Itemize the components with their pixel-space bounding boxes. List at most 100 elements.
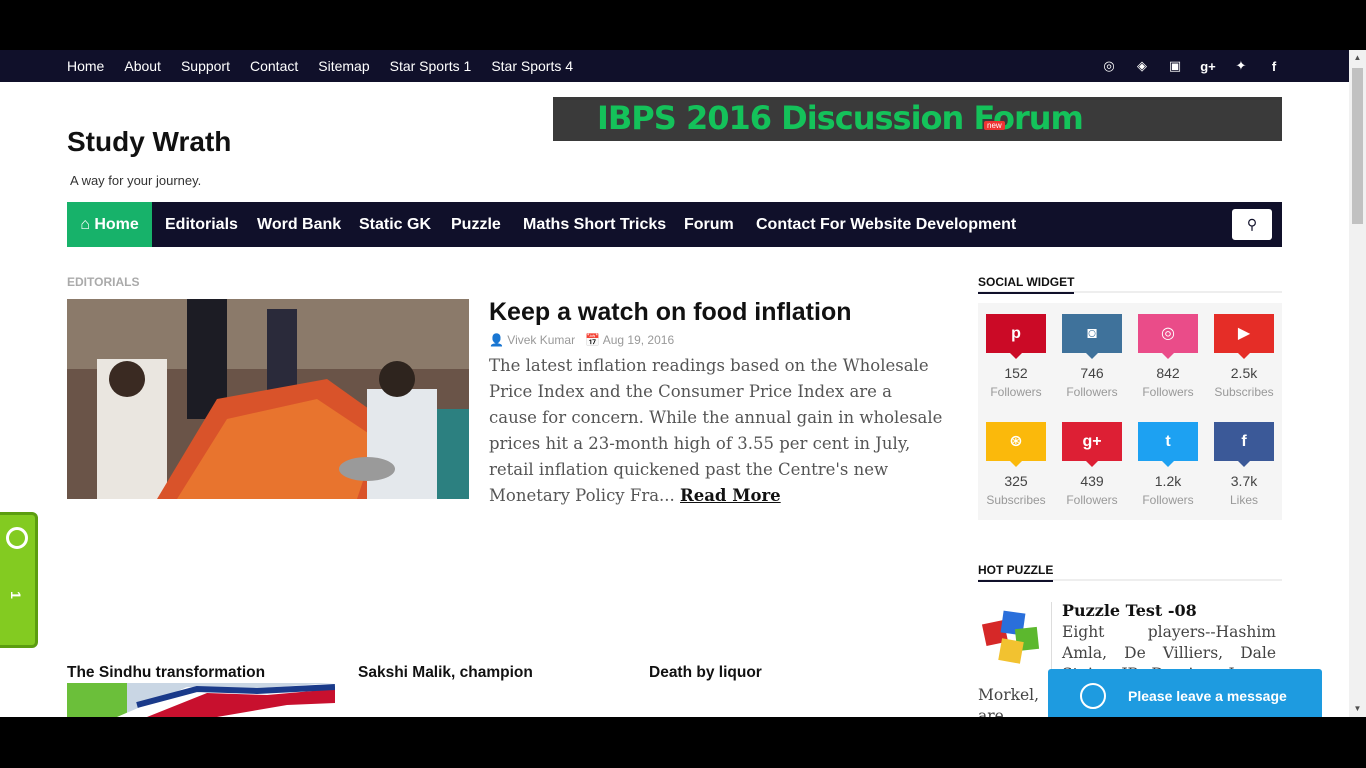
social-label: Likes: [1229, 493, 1258, 507]
side-feedback-tab[interactable]: 1: [0, 512, 38, 648]
read-more-link[interactable]: Read More: [680, 486, 781, 505]
target-icon: [6, 527, 28, 549]
sub-post-title[interactable]: Death by liquor: [649, 664, 762, 682]
top-nav-home[interactable]: Home: [57, 50, 114, 82]
social-item-pinterest[interactable]: p 152 Followers: [978, 314, 1054, 399]
date-text: Aug 19, 2016: [602, 333, 675, 347]
social-label: Subscribes: [1214, 385, 1274, 399]
top-nav-star-sports-4[interactable]: Star Sports 4: [481, 50, 583, 82]
social-count: 2.5k: [1230, 365, 1258, 381]
social-count: 439: [1080, 473, 1104, 489]
social-count: 842: [1156, 365, 1180, 381]
sub-post-title[interactable]: Sakshi Malik, champion: [358, 664, 533, 682]
social-widget-title: SOCIAL WIDGET: [978, 275, 1075, 294]
site-tagline: A way for your journey.: [70, 173, 202, 188]
top-social: ◎ ◈ ▣ g+ ✦ f: [1100, 50, 1283, 82]
top-nav-support[interactable]: Support: [171, 50, 240, 82]
instagram-icon: ◙: [1062, 314, 1122, 359]
nav-word-bank[interactable]: Word Bank: [257, 202, 341, 247]
excerpt-text: The latest inflation readings based on t…: [489, 356, 943, 505]
top-nav: Home About Support Contact Sitemap Star …: [57, 50, 583, 82]
puzzle-post-title[interactable]: Puzzle Test -08: [1062, 601, 1197, 620]
post-excerpt: The latest inflation readings based on t…: [489, 353, 944, 509]
social-label: Followers: [1142, 493, 1194, 507]
browser-viewport: Home About Support Contact Sitemap Star …: [0, 50, 1349, 717]
post-meta: 👤 Vivek Kumar 📅 Aug 19, 2016: [489, 333, 674, 347]
site-logo[interactable]: Study Wrath: [67, 126, 231, 158]
hot-puzzle-header: HOT PUZZLE: [978, 561, 1282, 582]
sub-post-image[interactable]: [67, 683, 335, 717]
codepen-icon[interactable]: ◈: [1133, 58, 1151, 74]
top-nav-star-sports-1[interactable]: Star Sports 1: [380, 50, 482, 82]
social-item-rss[interactable]: ⊛ 325 Subscribes: [978, 422, 1054, 507]
social-item-twitter[interactable]: t 1.2k Followers: [1130, 422, 1206, 507]
banner-text: IBPS 2016 Discussion Forum: [597, 99, 1084, 137]
social-label: Followers: [1066, 385, 1118, 399]
google-plus-icon: g+: [1062, 422, 1122, 467]
social-item-dribbble[interactable]: ◎ 842 Followers: [1130, 314, 1206, 399]
puzzle-excerpt-continued: Morkel, are sitting: [978, 686, 1040, 717]
social-count: 1.2k: [1154, 473, 1182, 489]
new-badge: new: [984, 121, 1005, 130]
social-count: 152: [1004, 365, 1028, 381]
vertical-scrollbar[interactable]: ▲ ▼: [1349, 50, 1366, 717]
top-nav-sitemap[interactable]: Sitemap: [308, 50, 379, 82]
calendar-icon: 📅: [585, 333, 603, 347]
featured-image[interactable]: [67, 299, 469, 499]
social-label: Followers: [1066, 493, 1118, 507]
chat-widget[interactable]: Please leave a message: [1048, 669, 1322, 717]
scrollbar-thumb[interactable]: [1352, 68, 1363, 224]
nav-maths-short-tricks[interactable]: Maths Short Tricks: [523, 202, 666, 247]
main-nav: ⌂ Home Editorials Word Bank Static GK Pu…: [67, 202, 1282, 247]
puzzle-thumbnail[interactable]: [978, 602, 1052, 674]
nav-home-label: Home: [94, 216, 139, 233]
facebook-icon[interactable]: f: [1265, 59, 1283, 74]
dribbble-icon[interactable]: ◎: [1100, 58, 1118, 74]
nav-contact-website[interactable]: Contact For Website Development: [756, 202, 1016, 247]
top-nav-contact[interactable]: Contact: [240, 50, 308, 82]
twitter-icon: t: [1138, 422, 1198, 467]
facebook-icon: f: [1214, 422, 1274, 467]
youtube-icon: ▶: [1214, 314, 1274, 359]
youtube-icon[interactable]: ▣: [1166, 58, 1184, 74]
sub-post-title[interactable]: The Sindhu transformation: [67, 664, 265, 682]
social-widget-header: SOCIAL WIDGET: [978, 273, 1282, 294]
social-item-instagram[interactable]: ◙ 746 Followers: [1054, 314, 1130, 399]
nav-forum[interactable]: Forum: [684, 202, 734, 247]
side-tab-label: 1: [7, 591, 24, 599]
social-item-facebook[interactable]: f 3.7k Likes: [1206, 422, 1282, 507]
social-widget: p 152 Followers ◙ 746 Followers ◎ 842 Fo…: [978, 303, 1282, 520]
nav-puzzle[interactable]: Puzzle: [451, 202, 501, 247]
nav-home[interactable]: ⌂ Home: [67, 202, 152, 247]
author[interactable]: 👤 Vivek Kumar: [489, 333, 575, 347]
rss-icon: ⊛: [986, 422, 1046, 467]
search-button[interactable]: ⚲: [1232, 209, 1272, 240]
nav-static-gk[interactable]: Static GK: [359, 202, 431, 247]
date: 📅 Aug 19, 2016: [585, 333, 674, 347]
pinterest-icon: p: [986, 314, 1046, 359]
social-label: Followers: [990, 385, 1042, 399]
nav-editorials[interactable]: Editorials: [165, 202, 238, 247]
scroll-down-arrow-icon[interactable]: ▼: [1349, 701, 1366, 717]
top-bar: Home About Support Contact Sitemap Star …: [0, 50, 1349, 82]
home-icon: ⌂: [80, 216, 95, 233]
search-icon: ⚲: [1246, 216, 1258, 232]
dribbble-icon: ◎: [1138, 314, 1198, 359]
google-plus-icon[interactable]: g+: [1199, 59, 1217, 74]
top-nav-about[interactable]: About: [114, 50, 171, 82]
author-name: Vivek Kumar: [507, 333, 576, 347]
forum-banner[interactable]: IBPS 2016 Discussion Forum new: [553, 97, 1282, 141]
social-label: Followers: [1142, 385, 1194, 399]
social-count: 3.7k: [1230, 473, 1258, 489]
chat-icon: [1080, 683, 1106, 709]
social-label: Subscribes: [986, 493, 1046, 507]
scroll-up-arrow-icon[interactable]: ▲: [1349, 50, 1366, 66]
social-item-youtube[interactable]: ▶ 2.5k Subscribes: [1206, 314, 1282, 399]
post-title[interactable]: Keep a watch on food inflation: [489, 298, 852, 327]
section-label[interactable]: EDITORIALS: [67, 275, 139, 289]
hot-puzzle-title: HOT PUZZLE: [978, 563, 1054, 582]
user-icon: 👤: [489, 333, 508, 347]
twitter-icon[interactable]: ✦: [1232, 58, 1250, 74]
social-item-google-plus[interactable]: g+ 439 Followers: [1054, 422, 1130, 507]
social-count: 746: [1080, 365, 1104, 381]
